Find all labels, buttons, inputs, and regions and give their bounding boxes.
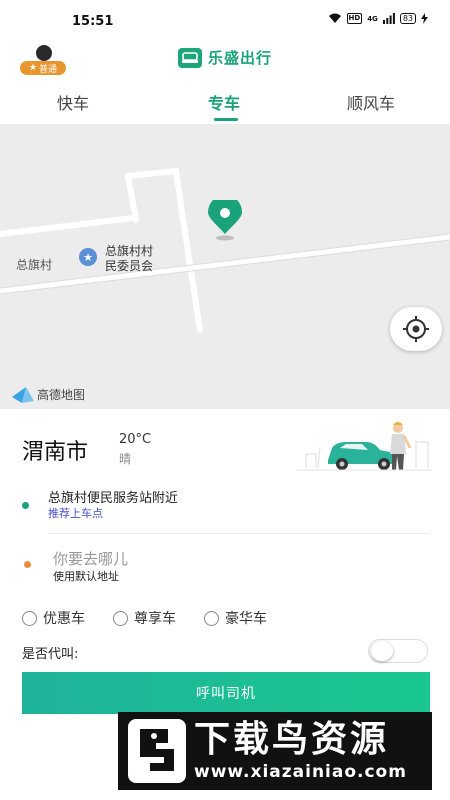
tab-express[interactable]: 快车 [57,90,89,114]
signal-icon [382,13,395,24]
map-provider: 高德地图 [12,386,85,403]
locate-icon [403,316,429,342]
radio-icon[interactable] [113,610,128,626]
poi-label-line1: 总旗村村 [105,244,154,258]
car-type-label: 尊享车 [134,611,176,627]
car-type-option-luxury[interactable]: 豪华车 [204,608,267,628]
active-tab-indicator [214,118,238,121]
divider [48,533,430,534]
car-logo-icon [178,47,202,68]
car-driver-illustration [296,422,432,471]
car-type-option-discount[interactable]: 优惠车 [22,608,85,628]
toggle-knob [371,641,393,661]
app-name: 乐盛出行 [208,49,273,67]
locate-button[interactable] [390,307,442,351]
proxy-call-toggle[interactable] [368,639,428,663]
watermark-banner: 下载鸟资源 www.xiazainiao.com [118,712,432,790]
member-level: 普通 [39,64,58,75]
tab-premium[interactable]: 专车 [208,90,240,114]
radio-icon[interactable] [22,610,37,626]
bird-logo-icon [128,719,186,783]
member-badge: ★ 普通 [20,61,66,75]
car-type-label: 优惠车 [43,611,85,627]
poi-label-line2: 民委员会 [105,259,154,273]
app-brand: 乐盛出行 [178,47,272,68]
watermark-title: 下载鸟资源 [194,719,390,760]
poi-label: 总旗村村 民委员会 [105,244,153,274]
amap-logo-icon [12,386,34,403]
wifi-icon [328,13,341,23]
location-pin-icon [208,200,242,241]
car-type-label: 豪华车 [225,611,267,627]
destination-input[interactable]: 你要去哪儿 [53,548,128,569]
weather-condition: 晴 [119,452,132,466]
hd-badge: HD [346,13,363,24]
default-address-label[interactable]: 使用默认地址 [53,568,119,584]
status-time: 15:51 [72,14,114,29]
svg-text:★: ★ [83,251,93,264]
map-provider-name: 高德地图 [37,388,86,402]
star-icon: ★ [28,63,38,73]
tab-carpool[interactable]: 顺风车 [347,90,395,114]
watermark-url: www.xiazainiao.com [194,762,407,782]
status-icons: HD 4G 83 [328,13,428,24]
network-label: 4G [367,14,378,23]
poi-icon: ★ [79,248,97,266]
car-type-option-premium[interactable]: 尊享车 [113,608,176,628]
proxy-call-label: 是否代叫: [22,647,79,662]
map-view[interactable]: 总旗村 ★ 总旗村村 民委员会 [0,124,450,409]
charging-icon [421,13,428,24]
city-name: 渭南市 [22,440,89,465]
map-road-label: 总旗村 [16,258,53,272]
map-roads [0,167,450,333]
temperature: 20°C [119,432,152,447]
pickup-address[interactable]: 总旗村便民服务站附近 [48,487,178,506]
pickup-recommend-label: 推荐上车点 [48,507,103,520]
destination-dot [24,561,31,568]
pickup-dot [22,502,29,509]
battery-icon: 83 [399,13,416,24]
call-driver-button[interactable]: 呼叫司机 [22,672,430,714]
radio-icon[interactable] [204,610,219,626]
